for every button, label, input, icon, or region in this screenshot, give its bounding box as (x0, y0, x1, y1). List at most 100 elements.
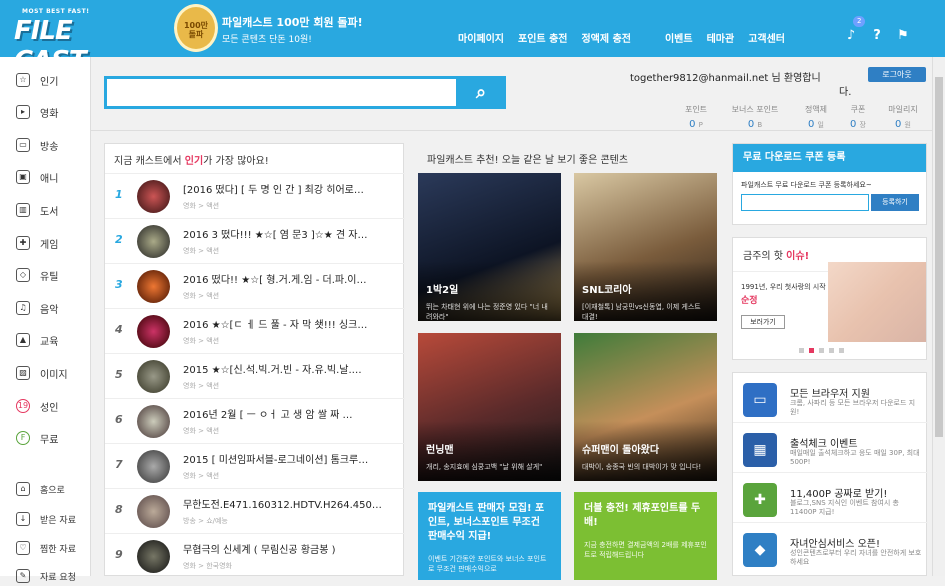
thumbnail (137, 450, 170, 483)
search-button[interactable]: ⌕ (456, 76, 506, 109)
table-row[interactable]: 9 무협극의 신세계 ( 무림신공 황금봉 ) 영화 > 한국영화 (105, 533, 405, 578)
request-icon: ✎ (16, 569, 30, 583)
image-icon: ▨ (16, 366, 30, 380)
calendar-icon: ▦ (743, 433, 777, 467)
thumbnail (137, 495, 170, 528)
table-row[interactable]: 6 2016년 2월 [ ㅡ ㅇㅓ 고 생 암 쌀 짜 … 영화 > 액션 (105, 398, 405, 443)
user-icon[interactable]: ⚑ (895, 28, 911, 44)
content-card[interactable]: SNL코리아 [이재철톡] 남궁민vs신동엽, 이제 게스트 대결! (574, 173, 717, 321)
watch-button[interactable]: 보러가기 (741, 315, 785, 329)
sidebar-item-utility[interactable]: ◇ 유틸 (16, 265, 58, 285)
table-row[interactable]: 4 2016 ★☆[ㄷ ㅔ 드 풀 - 자 막 쇗!!! 싱크… 영화 > 액션 (105, 308, 405, 353)
ranking-panel: 지금 캐스트에서 인기가 가장 많아요! 1 [2016 떴다] [ 두 명 인 … (104, 143, 405, 578)
nav-support[interactable]: 고객센터 (748, 30, 785, 45)
promo-line-1: 파일캐스트 100만 회원 돌파! (222, 16, 363, 29)
thumbnail (137, 270, 170, 303)
coupon-code-input[interactable] (741, 194, 869, 211)
thumbnail (137, 315, 170, 348)
coupon-register-button[interactable]: 등록하기 (871, 194, 919, 211)
sidebar-item-anime[interactable]: ▣ 애니 (16, 167, 58, 187)
nav-mypage[interactable]: 마이페이지 (458, 30, 504, 45)
nav-subscription-charge[interactable]: 정액제 충전 (581, 30, 630, 45)
sidebar-item-free[interactable]: F 무료 (16, 428, 58, 448)
sidebar-item-home[interactable]: ⌂ 홈으로 (16, 479, 65, 499)
stat-coupon[interactable]: 쿠폰 0 장 (833, 104, 883, 130)
scrollbar[interactable] (932, 57, 945, 576)
help-icon[interactable]: ? (869, 28, 885, 44)
thumbnail (137, 540, 170, 573)
table-row[interactable]: 2 2016 3 떴다!!! ★☆[ 염 문3 ]☆★ 견 자… 영화 > 액션 (105, 218, 405, 263)
sidebar-item-books[interactable]: ▥ 도서 (16, 200, 58, 220)
sidebar-item-popular[interactable]: ☆ 인기 (16, 70, 58, 90)
sidebar-item-image[interactable]: ▨ 이미지 (16, 363, 68, 383)
service-link[interactable]: ◆ 자녀안심서비스 오픈! 성인콘텐츠로부터 우리 자녀를 안전하게 보호하세요 (733, 523, 928, 573)
coupon-title: 무료 다운로드 쿠폰 등록 (733, 144, 926, 172)
carousel-dot[interactable] (819, 348, 824, 353)
shield-icon: ◆ (743, 533, 777, 567)
thumbnail (137, 360, 170, 393)
table-row[interactable]: 3 2016 떴다!! ★☆[ 형.거.게.임 - 더.파.이… 영화 > 액션 (105, 263, 405, 308)
table-row[interactable]: 5 2015 ★☆[신.석.빅.거.빈 - 자.유.빅.날.… 영화 > 액션 (105, 353, 405, 398)
service-link[interactable]: ▭ 모든 브라우저 지원 크롬, 사파리 등 모든 브라우저 다운로드 지원! (733, 373, 928, 423)
home-icon: ⌂ (16, 482, 30, 496)
adult-19-icon: 19 (16, 399, 30, 413)
hot-issue-panel: 금주의 핫 이슈! 1991년, 우리 첫사랑의 시작 순정 보러가기 (732, 237, 927, 360)
search-input[interactable] (104, 76, 506, 109)
top-bar: MOST BEST FAST! FILE CAST 100만돌파 파일캐스트 1… (0, 0, 945, 76)
recommend-panel: 파일캐스트 추천! 오늘 같은 날 보기 좋은 콘텐츠 1박2일 뛰는 차태현 위… (418, 143, 718, 580)
seller-recruit-banner[interactable]: 파일캐스트 판매자 모집! 포인트, 보너스포인트 무조건 판매수익 지급! 이… (418, 492, 561, 580)
scrollbar-thumb[interactable] (935, 77, 943, 437)
book-icon: ▥ (16, 203, 30, 217)
service-link[interactable]: ▦ 출석체크 이벤트 매일매일 출석체크하고 응도 매일 30P, 최대 500P! (733, 423, 928, 473)
cap-icon: ▲ (16, 333, 30, 347)
table-row[interactable]: 7 2015 [ 미션임파서블-로그네이션] 톰크루… 영화 > 액션 (105, 443, 405, 488)
play-icon: ▸ (16, 105, 30, 119)
bell-icon[interactable]: ♪ (843, 28, 859, 44)
table-row[interactable]: 1 [2016 떴다] [ 두 명 인 간 ] 최강 히어로… 영화 > 액션 (105, 173, 405, 218)
logo[interactable]: MOST BEST FAST! FILE CAST (14, 8, 144, 76)
double-charge-banner[interactable]: 더블 충전! 제휴포인트를 두배! 지금 충전하면 결제금액의 2배를 제휴포인… (574, 492, 717, 580)
carousel-dot[interactable] (809, 348, 814, 353)
logout-button[interactable]: 로그아웃 (868, 67, 926, 82)
nav-point-charge[interactable]: 포인트 충전 (518, 30, 567, 45)
thumbnail (137, 180, 170, 213)
stat-bonus-point[interactable]: 보너스 포인트 0 B (730, 104, 780, 130)
logo-tagline: MOST BEST FAST! (22, 8, 90, 15)
nav-event[interactable]: 이벤트 (665, 30, 693, 45)
sidebar-item-games[interactable]: ✚ 게임 (16, 233, 58, 253)
promo-line-2: 모든 콘텐츠 단돈 10원! (222, 35, 312, 45)
user-greeting: together9812@hanmail.net 님 환영합니 (630, 73, 821, 84)
ranking-title: 지금 캐스트에서 인기가 가장 많아요! (114, 156, 269, 167)
recommend-title: 파일캐스트 추천! 오늘 같은 날 보기 좋은 콘텐츠 (427, 155, 629, 166)
global-nav: 마이페이지 포인트 충전 정액제 충전 이벤트 테마관 고객센터 (458, 30, 799, 45)
top-icons: ♪ ? ⚑ (843, 28, 911, 44)
sidebar-item-music[interactable]: ♫ 음악 (16, 298, 58, 318)
nav-theme[interactable]: 테마관 (707, 30, 735, 45)
sidebar-item-request[interactable]: ✎ 자료 요청 (16, 566, 76, 586)
medal-text: 100만 돌파 (183, 21, 209, 39)
service-link[interactable]: ✚ 11,400P 공짜로 받기! 블로그,SNS 지식인 이벤트 참여시 총 11… (733, 473, 928, 523)
carousel-dot[interactable] (829, 348, 834, 353)
carousel-dot[interactable] (799, 348, 804, 353)
hot-issue-image[interactable] (828, 262, 926, 342)
sidebar-item-broadcast[interactable]: ▭ 방송 (16, 135, 58, 155)
sidebar: ☆ 인기 ▸ 영화 ▭ 방송 ▣ 애니 ▥ 도서 ✚ 게임 ◇ 유틸 ♫ 음악 ▲ 교육 ▨ 이미지… (0, 57, 91, 583)
film-icon: ▣ (16, 170, 30, 184)
sidebar-item-favorites[interactable]: ♡ 찜한 자료 (16, 538, 76, 558)
table-row[interactable]: 8 무한도전.E471.160312.HDTV.H264.450… 방송 > 쇼/예… (105, 488, 405, 533)
content-card[interactable]: 런닝맨 개리, 송지효에 심쿵고백 "날 위해 살게" (418, 333, 561, 481)
carousel-dot[interactable] (839, 348, 844, 353)
content-card[interactable]: 1박2일 뛰는 차태현 위에 나는 정준영 있다 "너 내려와라" (418, 173, 561, 321)
sidebar-item-education[interactable]: ▲ 교육 (16, 330, 58, 350)
sidebar-item-adult[interactable]: 19 성인 (16, 396, 58, 416)
thumbnail (137, 405, 170, 438)
heart-icon: ♡ (16, 541, 30, 555)
stat-point[interactable]: 포인트 0 P (671, 104, 721, 130)
tv-icon: ▭ (16, 138, 30, 152)
sidebar-item-movie[interactable]: ▸ 영화 (16, 102, 58, 122)
stat-mileage[interactable]: 마일리지 0 원 (878, 104, 928, 130)
content-card[interactable]: 슈퍼맨이 돌아왔다 대박이, 송종국 빈의 대박이가 맞 입니다! (574, 333, 717, 481)
header-promo[interactable]: 파일캐스트 100만 회원 돌파! 모든 콘텐츠 단돈 10원! (222, 14, 363, 45)
sidebar-item-received[interactable]: ↓ 받은 자료 (16, 509, 76, 529)
gift-icon: ✚ (743, 483, 777, 517)
